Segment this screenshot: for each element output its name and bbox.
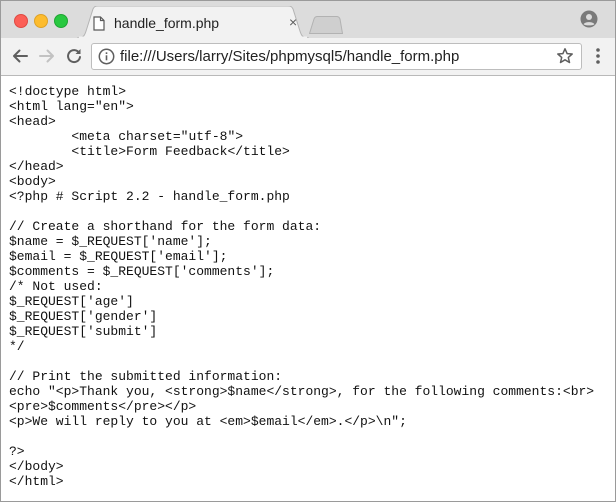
star-icon[interactable] bbox=[556, 47, 574, 70]
tab-handle-form[interactable]: handle_form.php × bbox=[77, 6, 309, 38]
close-window-button[interactable] bbox=[14, 14, 28, 28]
back-arrow-icon[interactable] bbox=[11, 47, 29, 70]
address-bar[interactable]: file:///Users/larry/Sites/phpmysql5/hand… bbox=[91, 43, 582, 70]
menu-dots-icon[interactable] bbox=[595, 47, 601, 70]
tab-title: handle_form.php bbox=[114, 15, 220, 31]
profile-icon[interactable] bbox=[580, 10, 598, 33]
toolbar: file:///Users/larry/Sites/phpmysql5/hand… bbox=[1, 38, 615, 76]
page-icon bbox=[93, 16, 105, 36]
tab-strip: handle_form.php × bbox=[1, 1, 615, 38]
php-source-code: <!doctype html> <html lang="en"> <head> … bbox=[9, 84, 595, 489]
tab-close-icon[interactable]: × bbox=[289, 15, 297, 29]
url-text[interactable]: file:///Users/larry/Sites/phpmysql5/hand… bbox=[120, 48, 459, 65]
new-tab-button[interactable] bbox=[308, 16, 344, 39]
reload-icon[interactable] bbox=[65, 47, 83, 70]
browser-window: handle_form.php × file:///Users/larry/Si… bbox=[0, 0, 616, 502]
maximize-window-button[interactable] bbox=[54, 14, 68, 28]
info-icon[interactable] bbox=[98, 48, 115, 70]
minimize-window-button[interactable] bbox=[34, 14, 48, 28]
forward-arrow-icon[interactable] bbox=[38, 47, 56, 70]
page-content: <!doctype html> <html lang="en"> <head> … bbox=[1, 76, 615, 501]
